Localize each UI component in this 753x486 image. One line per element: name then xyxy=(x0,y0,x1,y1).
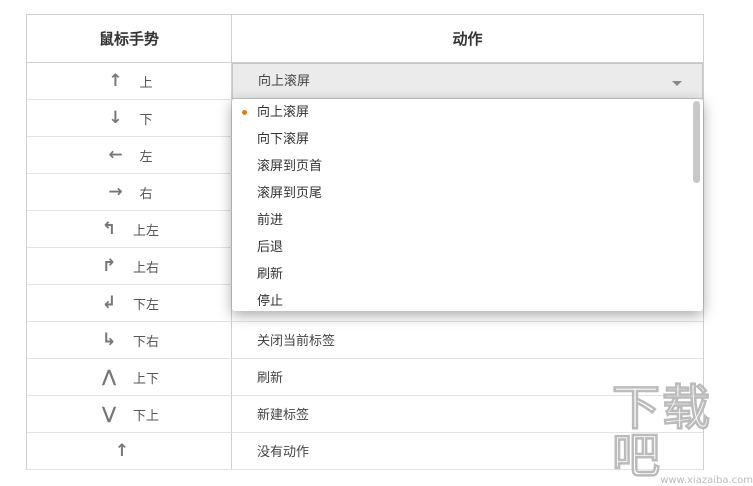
dropdown-option[interactable]: 向下滚屏 xyxy=(232,126,703,153)
gesture-arrow-icon: ↳ xyxy=(101,330,117,350)
gesture-cell: ⋀ 上下 xyxy=(27,359,232,395)
dropdown-option[interactable]: 滚屏到页尾 xyxy=(232,180,703,207)
option-label: 向下滚屏 xyxy=(257,132,310,147)
gesture-cell: ↲ 下左 xyxy=(27,285,232,321)
gesture-label: 下上 xyxy=(132,408,159,424)
gesture-cell: ↳ 下右 xyxy=(27,322,232,358)
table-row: ↑ 上 向上滚屏 xyxy=(27,63,703,100)
option-label: 刷新 xyxy=(257,267,284,282)
option-label: 后退 xyxy=(257,240,284,255)
gesture-cell: ↓ 下 xyxy=(27,100,232,136)
scrollbar-thumb[interactable] xyxy=(693,101,700,183)
action-value: 新建标签 xyxy=(257,408,310,423)
gesture-label: 上 xyxy=(139,75,153,91)
gesture-arrow-icon: ↑ xyxy=(114,441,130,461)
action-value: 没有动作 xyxy=(257,445,310,460)
gesture-arrow-icon: ↲ xyxy=(101,293,117,313)
chevron-down-icon[interactable] xyxy=(672,81,682,86)
action-value: 关闭当前标签 xyxy=(257,334,336,349)
dropdown-scrollbar[interactable] xyxy=(693,101,700,309)
gesture-arrow-icon: ↰ xyxy=(101,219,117,239)
selected-dot-icon xyxy=(242,110,247,115)
gesture-cell: → 右 xyxy=(27,174,232,210)
gesture-label: 上左 xyxy=(132,223,159,239)
header-action: 动作 xyxy=(452,30,483,48)
option-label: 向上滚屏 xyxy=(257,105,310,120)
action-value: 刷新 xyxy=(257,371,284,386)
action-dropdown-list[interactable]: 向上滚屏向下滚屏滚屏到页首滚屏到页尾前进后退刷新停止 xyxy=(232,99,703,311)
action-value: 向上滚屏 xyxy=(258,74,311,89)
option-label: 前进 xyxy=(257,213,284,228)
table-header: 鼠标手势 动作 xyxy=(27,15,703,63)
gesture-arrow-icon: ↱ xyxy=(101,256,117,276)
gesture-arrow-icon: ← xyxy=(108,145,123,165)
dropdown-option[interactable]: 后退 xyxy=(232,234,703,261)
gesture-label: 左 xyxy=(139,149,153,165)
table-row: ↑ 没有动作 xyxy=(27,433,703,470)
gesture-arrow-icon: → xyxy=(108,182,123,202)
gesture-cell: ↰ 上左 xyxy=(27,211,232,247)
gesture-label: 上右 xyxy=(132,260,159,276)
gesture-arrow-icon: ⋀ xyxy=(101,367,117,387)
table-row: ↳ 下右 关闭当前标签 xyxy=(27,322,703,359)
dropdown-option[interactable]: 刷新 xyxy=(232,261,703,288)
gesture-cell: ↑ xyxy=(27,433,232,469)
gesture-cell: ↑ 上 xyxy=(27,63,232,99)
gesture-cell: ↱ 上右 xyxy=(27,248,232,284)
gesture-cell: ← 左 xyxy=(27,137,232,173)
gesture-arrow-icon: ↓ xyxy=(108,108,123,128)
dropdown-option[interactable]: 停止 xyxy=(232,288,703,311)
gesture-label: 下左 xyxy=(132,297,159,313)
action-select[interactable]: 关闭当前标签 xyxy=(232,322,703,358)
dropdown-option[interactable]: 滚屏到页首 xyxy=(232,153,703,180)
dropdown-option[interactable]: 向上滚屏 xyxy=(232,99,703,126)
gesture-arrow-icon: ↑ xyxy=(108,71,123,91)
watermark-logo: 下载吧 www.xiazaiba.com xyxy=(611,380,753,486)
gesture-label: 上下 xyxy=(132,371,159,387)
gesture-label: 下 xyxy=(139,112,153,128)
option-label: 滚屏到页尾 xyxy=(257,186,323,201)
action-select[interactable]: 向上滚屏 xyxy=(232,63,703,99)
header-gesture: 鼠标手势 xyxy=(27,15,232,62)
gesture-label: 右 xyxy=(139,186,153,202)
gesture-cell: ⋁ 下上 xyxy=(27,396,232,432)
gesture-arrow-icon: ⋁ xyxy=(101,404,117,424)
option-label: 停止 xyxy=(257,294,284,309)
dropdown-option[interactable]: 前进 xyxy=(232,207,703,234)
gesture-label: 下右 xyxy=(132,334,159,350)
table-row: ⋀ 上下 刷新 xyxy=(27,359,703,396)
option-label: 滚屏到页首 xyxy=(257,159,323,174)
table-row: ⋁ 下上 新建标签 xyxy=(27,396,703,433)
